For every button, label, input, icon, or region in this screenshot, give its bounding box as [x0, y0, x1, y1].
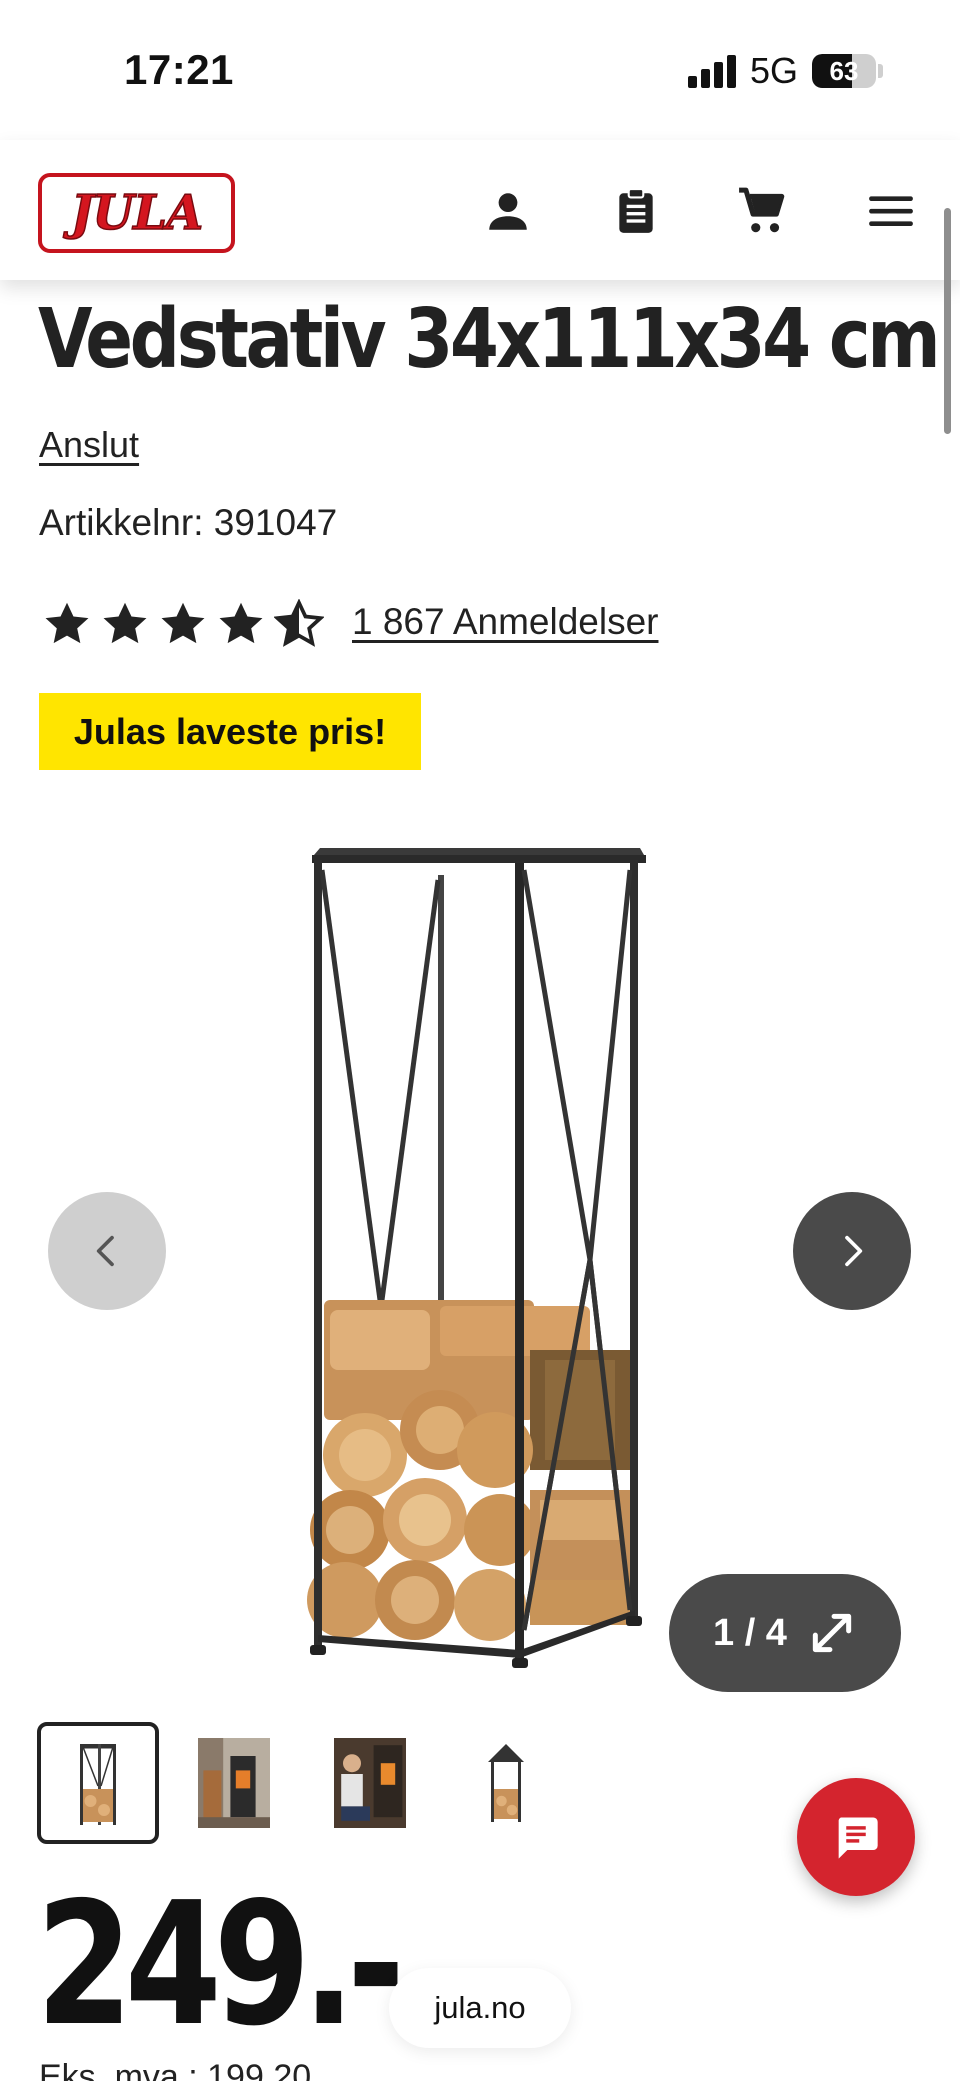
clipboard-icon[interactable] [611, 186, 661, 236]
chat-button[interactable] [797, 1778, 915, 1896]
chevron-left-icon [96, 1235, 114, 1267]
battery-icon: 63 [812, 54, 876, 88]
chevron-right-icon [845, 1235, 863, 1267]
brand-link[interactable]: Anslut [39, 424, 139, 466]
thumbnail-4[interactable] [445, 1722, 567, 1844]
thumbnail-image-rack [80, 1744, 116, 1825]
next-image-button[interactable] [793, 1192, 911, 1310]
battery-level: 63 [829, 56, 859, 86]
battery-cap [878, 64, 883, 78]
browser-url-bar[interactable]: jula.no [389, 1968, 571, 2048]
cart-icon[interactable] [737, 186, 787, 236]
expand-icon [812, 1613, 852, 1653]
product-price: 249.- [36, 1866, 405, 2064]
article-number: Artikkelnr: 391047 [39, 502, 338, 543]
jula-logo[interactable]: JULA [38, 173, 235, 253]
previous-image-button[interactable] [48, 1192, 166, 1310]
image-counter: 1 / 4 [713, 1611, 787, 1654]
thumbnail-2[interactable] [173, 1722, 295, 1844]
thumbnail-image-person [334, 1738, 406, 1828]
browser-url: jula.no [434, 1990, 526, 2025]
logo-text: JULA [70, 184, 204, 242]
star-full-icon [103, 602, 147, 644]
star-full-icon [219, 602, 263, 644]
page-scrollbar[interactable] [944, 208, 951, 434]
signal-icon [688, 54, 738, 88]
status-bar: 17:21 5G 63 [0, 0, 960, 140]
rating-stars[interactable] [42, 594, 332, 654]
product-title: Vedstativ 34x111x34 cm [38, 292, 941, 387]
network-type: 5G [750, 50, 799, 91]
image-counter-expand-button[interactable]: 1 / 4 [669, 1574, 901, 1692]
product-image[interactable] [290, 830, 670, 1670]
status-time: 17:21 [124, 46, 234, 93]
account-icon[interactable] [483, 186, 533, 236]
promo-badge: Julas laveste pris! [39, 693, 421, 770]
thumbnail-image-rack-angle [488, 1744, 524, 1822]
menu-icon[interactable] [866, 186, 916, 236]
star-full-icon [45, 602, 89, 644]
reviews-link[interactable]: 1 867 Anmeldelser [352, 601, 658, 643]
thumbnail-3[interactable] [309, 1722, 431, 1844]
site-header: JULA [0, 140, 960, 280]
star-full-icon [161, 602, 205, 644]
promo-badge-label: Julas laveste pris! [73, 710, 387, 752]
star-half-icon [274, 599, 324, 647]
chat-icon [838, 1817, 878, 1859]
thumbnail-1[interactable] [37, 1722, 159, 1844]
thumbnail-image-room [198, 1738, 270, 1828]
price-ex-vat: Eks. mva.: 199,20 [39, 2058, 312, 2081]
